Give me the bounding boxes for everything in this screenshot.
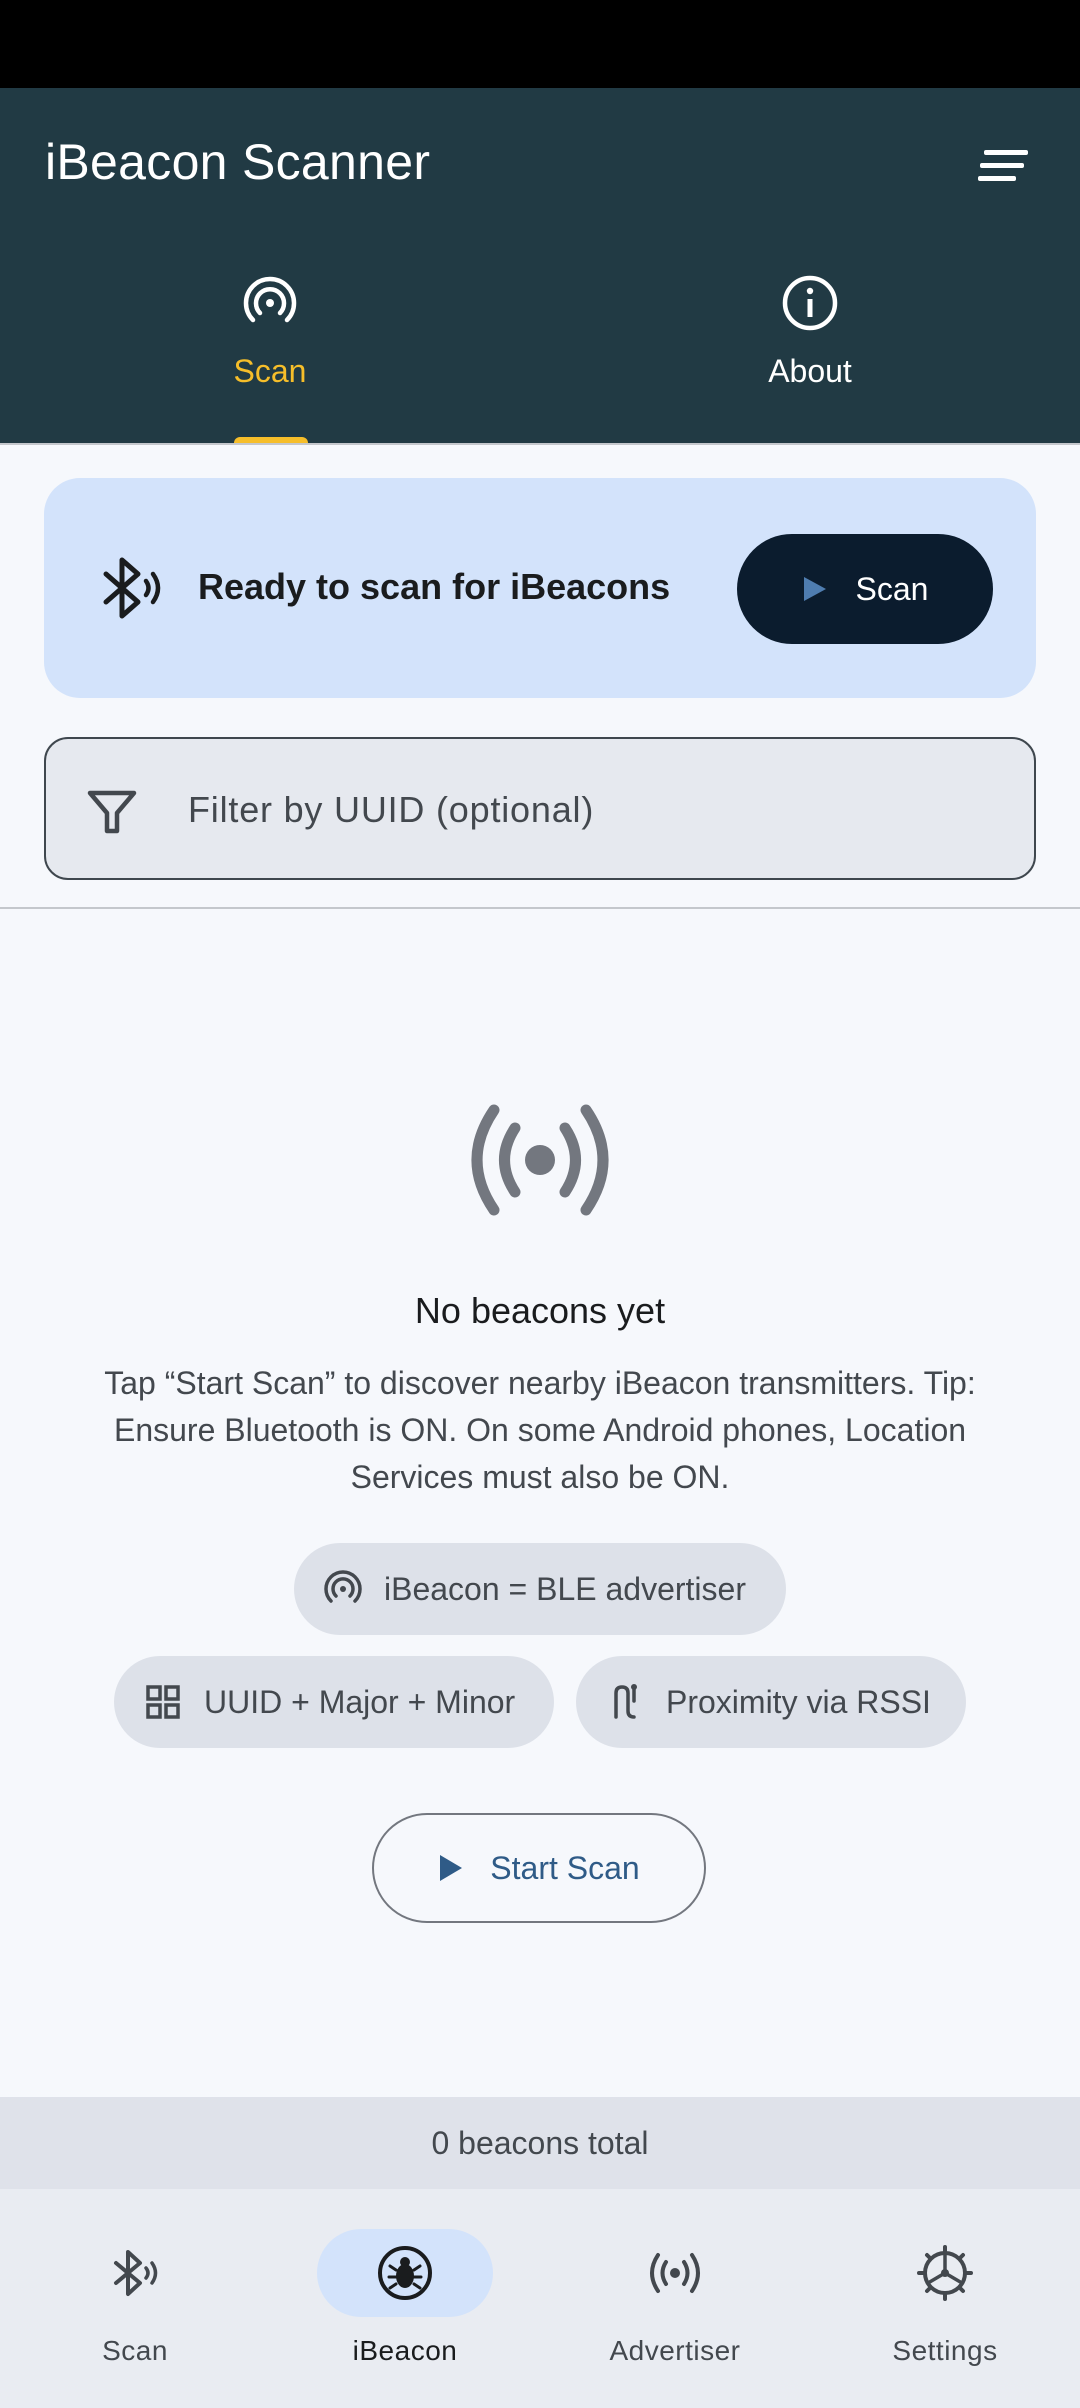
nav-item-scan[interactable]: Scan	[0, 2229, 270, 2379]
broadcast-icon	[650, 2253, 700, 2293]
beacons-total: 0 beacons total	[0, 2097, 1080, 2189]
status-bar	[0, 0, 1080, 88]
chip-label: UUID + Major + Minor	[204, 1683, 516, 1720]
bluetooth-searching-icon	[103, 557, 161, 619]
app-bar: iBeacon Scanner Scan About	[0, 88, 1080, 443]
chip-label: Proximity via RSSI	[666, 1683, 931, 1720]
scan-status-card: Ready to scan for iBeacons Scan	[44, 478, 1036, 698]
nav-pill	[47, 2229, 223, 2317]
menu-button[interactable]	[968, 130, 1040, 202]
divider	[0, 907, 1080, 909]
nav-item-ibeacon[interactable]: iBeacon	[270, 2229, 540, 2379]
route-icon	[614, 1684, 637, 1719]
radar-icon	[324, 1570, 362, 1603]
start-scan-label: Start Scan	[490, 1849, 640, 1886]
play-icon	[440, 1855, 463, 1881]
tab-label-scan: Scan	[233, 353, 307, 389]
play-icon	[803, 577, 826, 601]
bluetooth-scan-icon	[114, 2250, 158, 2296]
grid-icon	[146, 1685, 180, 1719]
app-title: iBeacon Scanner	[45, 134, 431, 190]
tab-scan[interactable]: Scan	[0, 276, 540, 443]
nav-label: Advertiser	[609, 2335, 741, 2366]
info-chip-uuid[interactable]: UUID + Major + Minor	[114, 1656, 554, 1748]
nav-pill	[857, 2229, 1033, 2317]
scan-button-label: Scan	[855, 570, 929, 607]
nav-label: Scan	[102, 2335, 168, 2366]
broadcast-icon	[471, 1104, 609, 1216]
scan-button[interactable]: Scan	[737, 534, 993, 644]
uuid-filter-input[interactable]	[188, 775, 968, 845]
empty-state-description: Tap “Start Scan” to discover nearby iBea…	[104, 1365, 976, 1495]
gear-icon	[917, 2245, 973, 2301]
tab-label-about: About	[768, 353, 852, 389]
nav-item-settings[interactable]: Settings	[810, 2229, 1080, 2379]
tab-about[interactable]: About	[540, 275, 1080, 443]
nav-pill	[317, 2229, 493, 2317]
start-scan-button[interactable]: Start Scan	[372, 1813, 706, 1923]
radar-icon	[243, 276, 297, 323]
info-chip-ble[interactable]: iBeacon = BLE advertiser	[294, 1543, 786, 1635]
filter-icon	[87, 790, 137, 834]
beacon-bug-icon	[378, 2246, 432, 2300]
bottom-navigation: Scan iBeacon Advertiser Settings	[0, 2189, 1080, 2408]
nav-pill	[587, 2229, 763, 2317]
empty-state-title: No beacons yet	[414, 1290, 666, 1331]
info-chip-rssi[interactable]: Proximity via RSSI	[576, 1656, 966, 1748]
nav-label: Settings	[892, 2335, 998, 2366]
nav-label: iBeacon	[352, 2335, 458, 2366]
nav-item-advertiser[interactable]: Advertiser	[540, 2229, 810, 2379]
sort-menu-icon	[978, 150, 1028, 181]
chip-label: iBeacon = BLE advertiser	[384, 1570, 746, 1607]
uuid-filter-field[interactable]	[44, 737, 1036, 880]
divider	[0, 443, 1080, 445]
scan-status-text: Ready to scan for iBeacons	[198, 566, 671, 607]
info-icon	[782, 275, 838, 331]
